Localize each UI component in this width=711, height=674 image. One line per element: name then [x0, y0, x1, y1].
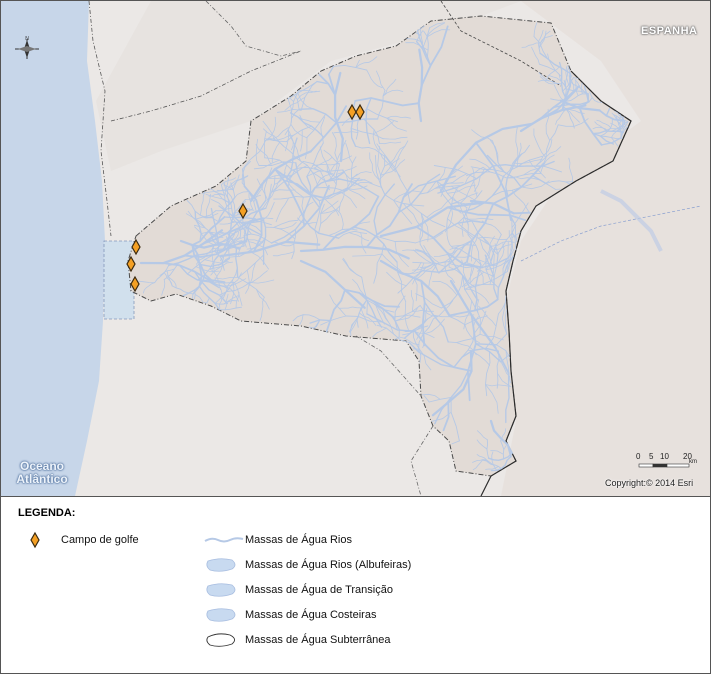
legend-item-golf: Campo de golfe [29, 531, 189, 551]
map-canvas: N [1, 1, 710, 496]
legend-label-transition: Massas de Água de Transição [245, 584, 393, 596]
legend-label-coastal: Massas de Água Costeiras [245, 609, 377, 621]
scale-tick-0: 0 [636, 452, 641, 461]
legend-title: LEGENDA: [18, 507, 76, 519]
map-figure: N ESPANHA Oceano Atlântico 0 5 10 20 km … [0, 0, 711, 674]
legend-label-reservoirs: Massas de Água Rios (Albufeiras) [245, 559, 412, 571]
transition-blob-icon [206, 583, 236, 597]
scale-unit: km [689, 459, 697, 465]
legend-label-groundwater: Massas de Água Subterrânea [245, 634, 391, 646]
river-segment [203, 301, 208, 304]
legend-item-transition: Massas de Água de Transição [204, 581, 444, 601]
golf-diamond-icon [30, 531, 40, 549]
scale-tick-5: 5 [649, 452, 654, 461]
legend-label-rivers: Massas de Água Rios [245, 534, 352, 546]
legend-item-reservoirs: Massas de Água Rios (Albufeiras) [204, 556, 444, 576]
scale-bar-labels: 0 5 10 20 km [634, 452, 704, 465]
copyright-text: Copyright:© 2014 Esri [605, 478, 694, 488]
groundwater-outline-icon [206, 633, 235, 647]
legend: LEGENDA: Campo de golfe Massas de Água R… [1, 497, 710, 673]
legend-item-rivers: Massas de Água Rios [204, 531, 424, 551]
legend-item-groundwater: Massas de Água Subterrânea [204, 631, 444, 651]
coastal-water-body [103, 240, 135, 320]
scale-tick-10: 10 [660, 452, 669, 461]
country-label-spain: ESPANHA [641, 25, 698, 37]
ocean-label-line2: Atlântico [16, 472, 68, 486]
legend-label-golf: Campo de golfe [61, 534, 139, 546]
ocean-label: Oceano Atlântico [7, 460, 77, 486]
river-segment [512, 211, 531, 215]
river-line-icon [204, 537, 244, 543]
reservoir-blob-icon [206, 558, 236, 572]
coastal-blob-icon [206, 608, 236, 622]
legend-item-coastal: Massas de Água Costeiras [204, 606, 444, 626]
north-arrow-letter: N [25, 36, 29, 42]
map-view[interactable]: N ESPANHA Oceano Atlântico 0 5 10 20 km … [1, 1, 710, 497]
scale-bar [638, 463, 690, 468]
